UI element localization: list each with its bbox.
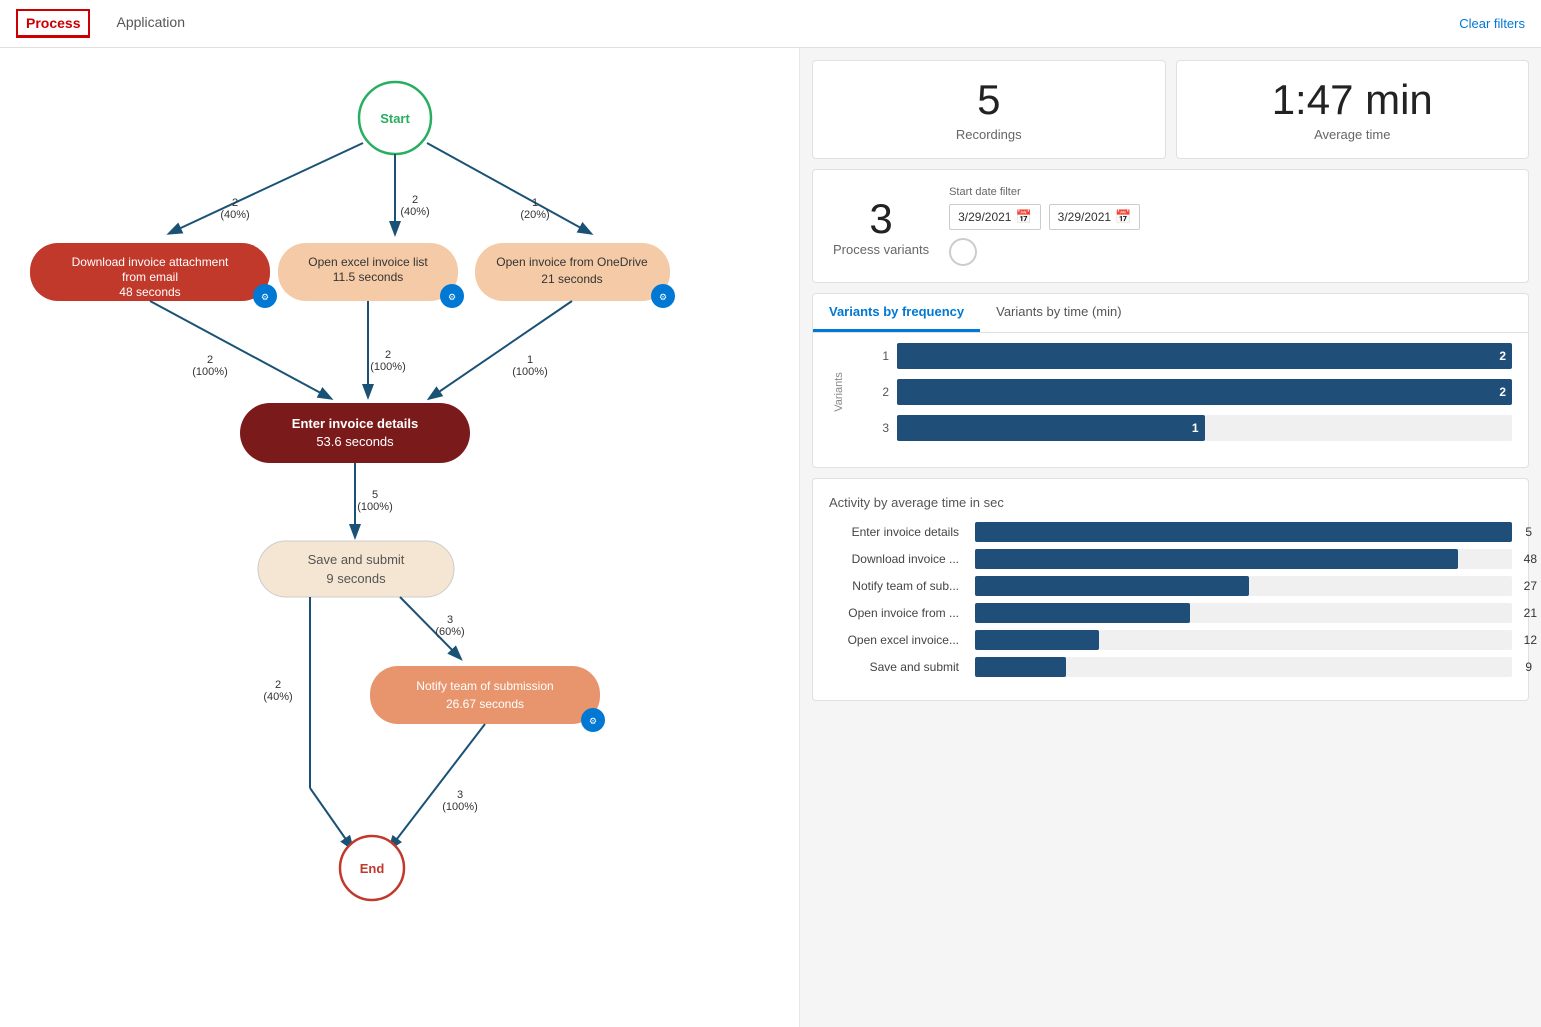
svg-text:(100%): (100%) [192,366,227,378]
avg-time-card: 1:47 min Average time [1176,60,1530,159]
clear-filters-button[interactable]: Clear filters [1459,16,1525,31]
svg-text:21 seconds: 21 seconds [541,272,602,286]
svg-text:⚙: ⚙ [659,292,667,302]
svg-text:Notify team of submission: Notify team of submission [416,679,553,693]
svg-text:Open invoice from OneDrive: Open invoice from OneDrive [496,255,648,269]
filter-toggle[interactable] [949,238,977,266]
calendar-icon-from: 📅 [1015,209,1031,225]
svg-text:Download invoice attachment: Download invoice attachment [72,255,229,269]
top-nav: Process Application Clear filters [0,0,1541,48]
svg-text:(100%): (100%) [357,501,392,513]
activity-chart-title: Activity by average time in sec [829,495,1512,510]
svg-text:48 seconds: 48 seconds [119,285,180,299]
tab-variants-time[interactable]: Variants by time (min) [980,294,1137,332]
svg-text:1: 1 [527,354,533,366]
svg-text:(60%): (60%) [435,626,464,638]
activity-chart-card: Activity by average time in sec Enter in… [812,478,1529,701]
variants-count-area: 3 Process variants [833,196,929,257]
svg-text:2: 2 [232,197,238,209]
flow-diagram: Start 2 (40%) 2 (40%) 1 (20%) Do [0,48,799,1027]
activity-row-onedrive: Open invoice from ... 21 [829,603,1512,623]
svg-text:3: 3 [447,614,453,626]
svg-text:2: 2 [385,349,391,361]
svg-text:⚙: ⚙ [261,292,269,302]
date-inputs: 3/29/2021 📅 3/29/2021 📅 [949,204,1508,230]
svg-text:(40%): (40%) [263,691,292,703]
right-panel: 5 Recordings 1:47 min Average time 3 Pro… [800,48,1541,1027]
svg-text:3: 3 [457,789,463,801]
flow-panel: Start 2 (40%) 2 (40%) 1 (20%) Do [0,48,800,1027]
svg-text:26.67 seconds: 26.67 seconds [446,697,524,711]
tab-application[interactable]: Application [114,8,187,39]
recordings-value: 5 [833,77,1145,123]
svg-text:5: 5 [372,489,378,501]
activity-row-enter: Enter invoice details 5 [829,522,1512,542]
date-filter-area: Start date filter 3/29/2021 📅 3/29/2021 … [949,186,1508,266]
svg-text:1: 1 [532,197,538,209]
variants-chart-card: Variants by frequency Variants by time (… [812,293,1529,468]
y-axis-label: Variants [833,372,845,412]
recordings-label: Recordings [833,127,1145,142]
svg-text:(100%): (100%) [512,366,547,378]
svg-text:2: 2 [207,354,213,366]
avg-time-label: Average time [1197,127,1509,142]
svg-text:Start: Start [380,111,410,126]
stats-row: 5 Recordings 1:47 min Average time [812,60,1529,159]
svg-text:(40%): (40%) [220,209,249,221]
date-from-value: 3/29/2021 [958,210,1011,224]
variants-bar-chart: Variants 1 2 2 2 [813,333,1528,467]
date-to-input[interactable]: 3/29/2021 📅 [1049,204,1141,230]
svg-text:from email: from email [122,270,178,284]
date-from-input[interactable]: 3/29/2021 📅 [949,204,1041,230]
variant-bar-1: 1 2 [869,343,1512,369]
svg-text:(100%): (100%) [370,361,405,373]
svg-text:(100%): (100%) [442,801,477,813]
svg-text:⚙: ⚙ [448,292,456,302]
svg-text:Enter invoice details: Enter invoice details [292,416,418,431]
tab-variants-frequency[interactable]: Variants by frequency [813,294,980,332]
date-filter-label: Start date filter [949,186,1508,198]
svg-text:53.6 seconds: 53.6 seconds [316,434,394,449]
variants-number: 3 [833,196,929,242]
activity-row-notify: Notify team of sub... 27 [829,576,1512,596]
activity-row-save: Save and submit 9 [829,657,1512,677]
activity-row-excel: Open excel invoice... 12 [829,630,1512,650]
svg-text:⚙: ⚙ [589,716,597,726]
activity-row-download: Download invoice ... 48 [829,549,1512,569]
svg-text:11.5 seconds: 11.5 seconds [333,270,404,284]
svg-text:End: End [360,861,385,876]
main-container: Start 2 (40%) 2 (40%) 1 (20%) Do [0,48,1541,1027]
recordings-card: 5 Recordings [812,60,1166,159]
svg-text:Save and submit: Save and submit [308,552,405,567]
svg-text:(40%): (40%) [400,206,429,218]
svg-text:2: 2 [412,194,418,206]
variants-label: Process variants [833,242,929,257]
calendar-icon-to: 📅 [1115,209,1131,225]
variants-chart-tabs: Variants by frequency Variants by time (… [813,294,1528,333]
tab-process[interactable]: Process [16,9,90,38]
svg-text:2: 2 [275,679,281,691]
process-variants-card: 3 Process variants Start date filter 3/2… [812,169,1529,283]
svg-text:(20%): (20%) [520,209,549,221]
variant-bar-3: 3 1 [869,415,1512,441]
variant-bar-2: 2 2 [869,379,1512,405]
svg-text:9 seconds: 9 seconds [326,571,386,586]
avg-time-value: 1:47 min [1197,77,1509,123]
date-to-value: 3/29/2021 [1058,210,1111,224]
svg-text:Open excel invoice list: Open excel invoice list [308,255,428,269]
